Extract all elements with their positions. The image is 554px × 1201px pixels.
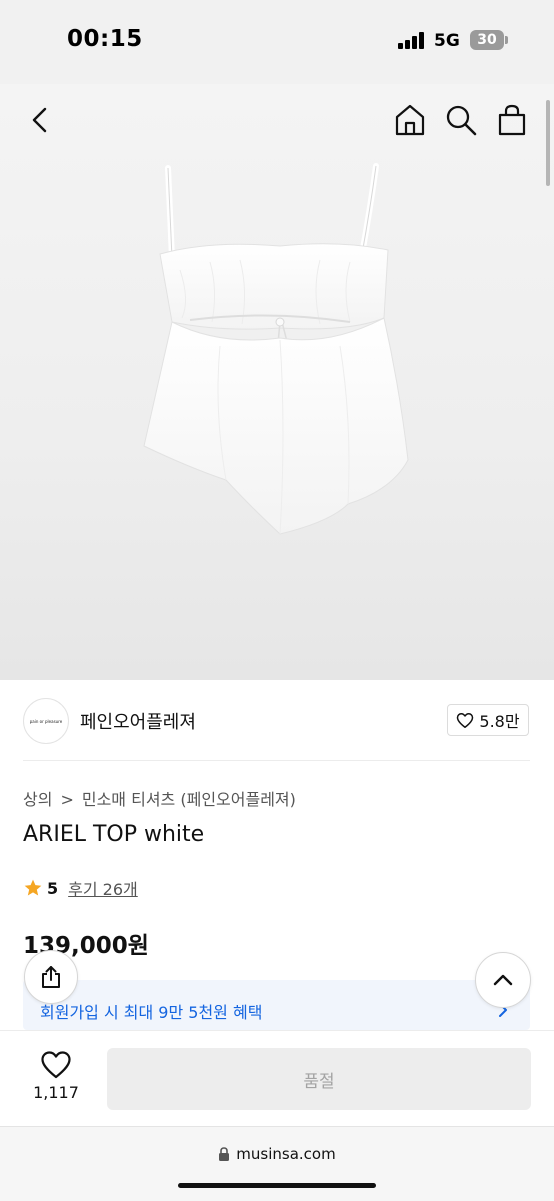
heart-icon [457, 712, 474, 728]
brand-like-button[interactable]: 5.8만 [447, 704, 529, 736]
share-button[interactable] [24, 950, 78, 1004]
brand-logo-text: pain or pleasure [29, 718, 63, 724]
share-icon [42, 966, 60, 988]
rating-score: 5 [47, 878, 59, 898]
wishlist-count: 1,117 [33, 1083, 79, 1102]
sold-out-button[interactable]: 품절 [107, 1048, 531, 1110]
product-image[interactable] [130, 150, 426, 550]
search-icon[interactable] [443, 102, 479, 138]
network-label: 5G [434, 31, 460, 51]
signal-icon [398, 31, 426, 49]
brand-name[interactable]: 페인오어플레져 [80, 708, 196, 734]
battery-tip [505, 36, 508, 44]
signup-promo-text[interactable]: 회원가입 시 최대 9만 5천원 혜택 [40, 999, 262, 1023]
lock-icon [219, 1147, 230, 1161]
browser-url-bar [0, 1126, 554, 1201]
divider [23, 760, 530, 761]
scroll-top-button[interactable] [475, 952, 531, 1008]
rating-row: 5 후기 26개 [23, 876, 138, 900]
star-icon [24, 879, 42, 896]
url-field[interactable]: musinsa.com [0, 1145, 554, 1163]
battery-icon: 30 [470, 30, 504, 50]
breadcrumb-subcategory[interactable]: 민소매 티셔츠 (페인오어플레져) [82, 790, 296, 809]
bag-icon[interactable] [494, 102, 530, 138]
review-link[interactable]: 후기 26개 [68, 876, 138, 900]
breadcrumb-category[interactable]: 상의 [23, 790, 52, 809]
chevron-up-icon [493, 974, 513, 986]
url-text: musinsa.com [236, 1145, 336, 1163]
home-indicator[interactable] [178, 1183, 376, 1188]
home-icon[interactable] [392, 102, 428, 138]
breadcrumb: 상의 > 민소매 티셔츠 (페인오어플레져) [23, 786, 296, 810]
brand-like-count: 5.8만 [479, 712, 520, 731]
wishlist-heart-icon[interactable] [40, 1050, 72, 1080]
scrollbar[interactable] [546, 100, 550, 186]
product-title: ARIEL TOP white [23, 822, 205, 847]
breadcrumb-separator: > [60, 790, 74, 809]
brand-logo[interactable]: pain or pleasure [23, 698, 69, 744]
status-time: 00:15 [67, 26, 143, 52]
back-icon[interactable] [24, 104, 56, 136]
